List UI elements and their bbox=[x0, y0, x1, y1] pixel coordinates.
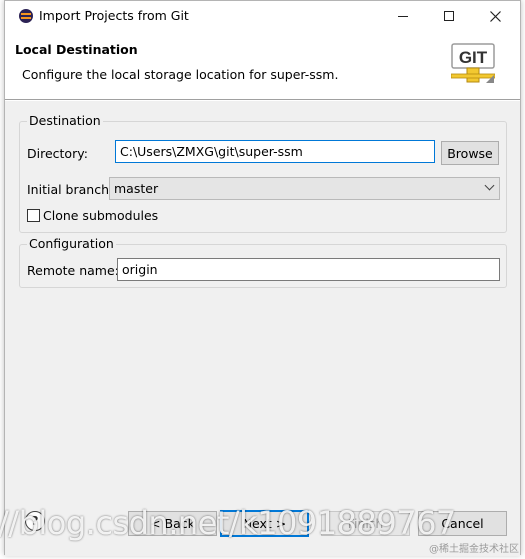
remote-name-label: Remote name: bbox=[27, 263, 119, 278]
chevron-down-icon bbox=[484, 180, 495, 191]
configuration-group: Configuration Remote name: origin bbox=[19, 236, 507, 288]
initial-branch-value: master bbox=[114, 181, 159, 196]
minimize-icon bbox=[398, 15, 408, 17]
directory-input[interactable]: C:\Users\ZMXG\git\super-ssm bbox=[115, 140, 435, 163]
remote-name-input[interactable]: origin bbox=[117, 258, 500, 281]
initial-branch-label: Initial branch: bbox=[27, 182, 114, 197]
eclipse-app-icon bbox=[19, 9, 33, 23]
page-description: Configure the local storage location for… bbox=[22, 67, 339, 82]
git-logo-text: GIT bbox=[459, 48, 488, 67]
site-watermark: @稀土掘金技术社区 bbox=[429, 544, 519, 555]
destination-group: Destination Directory: C:\Users\ZMXG\git… bbox=[19, 113, 507, 233]
directory-label: Directory: bbox=[27, 146, 88, 161]
maximize-icon bbox=[444, 11, 454, 21]
destination-group-label: Destination bbox=[27, 113, 103, 128]
maximize-button[interactable] bbox=[426, 1, 472, 31]
close-button[interactable] bbox=[472, 1, 518, 31]
title-bar: Import Projects from Git bbox=[5, 1, 520, 31]
url-watermark: //blog.csdn.net/k1091889767 bbox=[0, 496, 525, 546]
import-git-dialog: Import Projects from Git Local Destinati… bbox=[4, 0, 521, 556]
clone-submodules-label[interactable]: Clone submodules bbox=[43, 208, 158, 223]
clone-submodules-checkbox[interactable] bbox=[27, 209, 40, 222]
wizard-header: Local Destination Configure the local st… bbox=[5, 31, 520, 100]
wizard-body: Destination Directory: C:\Users\ZMXG\git… bbox=[5, 101, 520, 505]
git-logo-icon: GIT bbox=[451, 43, 495, 83]
initial-branch-select[interactable]: master bbox=[109, 177, 500, 200]
page-title: Local Destination bbox=[15, 42, 138, 57]
url-watermark-text: //blog.csdn.net/k1091889767 bbox=[0, 504, 456, 542]
browse-button[interactable]: Browse bbox=[441, 141, 499, 165]
window-title: Import Projects from Git bbox=[39, 8, 189, 23]
close-icon bbox=[489, 10, 501, 22]
configuration-group-label: Configuration bbox=[27, 236, 116, 251]
minimize-button[interactable] bbox=[380, 1, 426, 31]
